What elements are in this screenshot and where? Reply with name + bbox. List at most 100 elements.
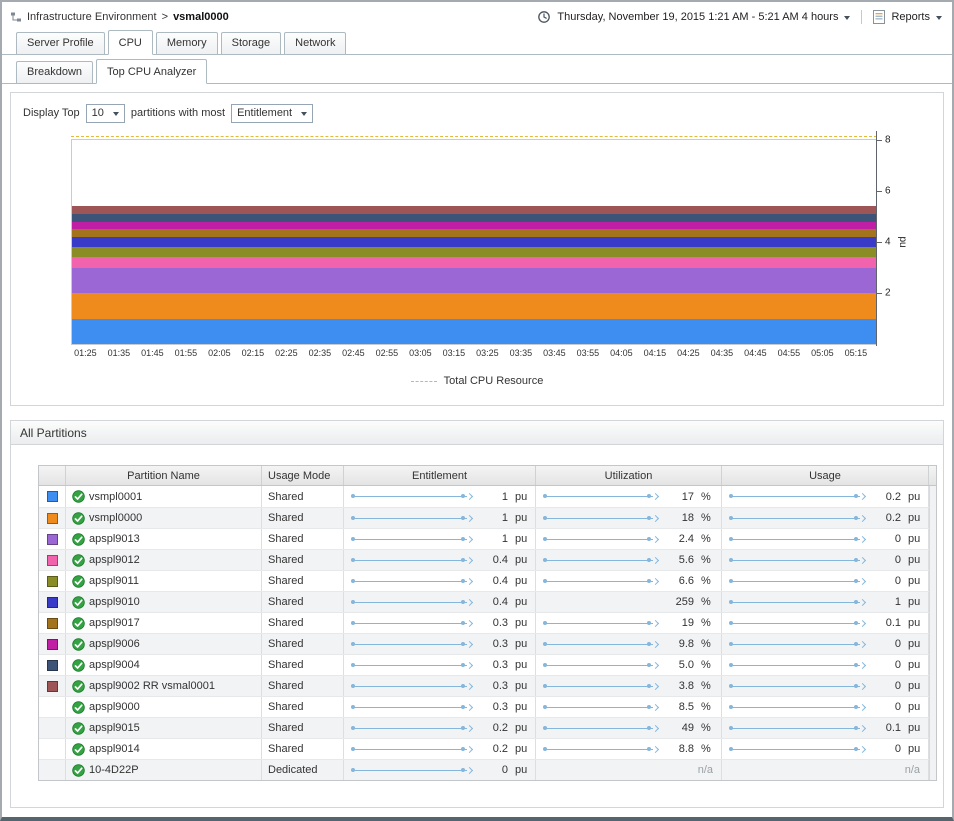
tab-storage[interactable]: Storage	[221, 32, 282, 55]
tab-cpu[interactable]: CPU	[108, 30, 153, 55]
entitlement-value: 0.4	[480, 596, 508, 608]
series-color-cell	[39, 592, 66, 612]
x-axis-label: 01:25	[74, 348, 97, 358]
utilization-cell: 49%	[536, 718, 722, 738]
entitlement-value: 0.3	[480, 659, 508, 671]
status-ok-icon	[72, 701, 85, 714]
header-entitlement[interactable]: Entitlement	[344, 466, 536, 485]
y-axis-tick-label: 6	[885, 186, 891, 197]
reports-chevron-down-icon[interactable]	[936, 16, 942, 20]
header-usage-mode[interactable]: Usage Mode	[262, 466, 344, 485]
series-color-swatch	[47, 576, 58, 587]
header-utilization[interactable]: Utilization	[536, 466, 722, 485]
trend-sparkline	[350, 534, 474, 545]
series-color-cell	[39, 718, 66, 738]
usage-cell: 0.2pu	[722, 508, 929, 528]
table-row[interactable]: apspl9002 RR vsmal0001Shared0.3pu3.8%0pu	[39, 675, 936, 696]
trend-sparkline	[728, 639, 867, 650]
usage-cell: 0pu	[722, 571, 929, 591]
chart-band-apspl9017	[72, 229, 876, 237]
series-color-swatch	[47, 681, 58, 692]
trend-sparkline	[542, 491, 660, 502]
status-ok-icon	[72, 638, 85, 651]
usage-value: 0	[873, 743, 901, 755]
trend-sparkline	[542, 555, 660, 566]
usage-cell: n/a	[722, 760, 929, 780]
utilization-value: 8.8	[666, 743, 694, 755]
usage-unit: pu	[908, 596, 924, 608]
table-row[interactable]: vsmpl0000Shared1pu18%0.2pu	[39, 507, 936, 528]
chart-band-apspl9013	[72, 268, 876, 294]
chart-band-apspl9004	[72, 214, 876, 222]
table-row[interactable]: apspl9017Shared0.3pu19%0.1pu	[39, 612, 936, 633]
table-row[interactable]: apspl9006Shared0.3pu9.8%0pu	[39, 633, 936, 654]
top-cpu-analyzer-panel: Display Top 10 partitions with most Enti…	[10, 92, 944, 406]
reports-icon[interactable]	[873, 10, 885, 24]
entitlement-unit: pu	[515, 575, 531, 587]
timerange-label[interactable]: Thursday, November 19, 2015 1:21 AM - 5:…	[557, 11, 838, 23]
tab-server-profile[interactable]: Server Profile	[16, 32, 105, 55]
top-count-value: 10	[92, 107, 104, 119]
timerange-chevron-down-icon[interactable]	[844, 16, 850, 20]
chart-band-vsmpl0000	[72, 293, 876, 319]
header-partition-name[interactable]: Partition Name	[66, 466, 262, 485]
sub-tabs: Breakdown Top CPU Analyzer	[2, 58, 952, 84]
entitlement-cell: 0.2pu	[344, 718, 536, 738]
table-row[interactable]: apspl9015Shared0.2pu49%0.1pu	[39, 717, 936, 738]
table-row[interactable]: 10-4D22PDedicated0pun/an/a	[39, 759, 936, 780]
usage-mode-cell: Shared	[262, 486, 344, 507]
legend-dashed-line-sample	[411, 381, 437, 382]
table-row[interactable]: apspl9011Shared0.4pu6.6%0pu	[39, 570, 936, 591]
table-row[interactable]: apspl9004Shared0.3pu5.0%0pu	[39, 654, 936, 675]
partition-name: apspl9000	[89, 701, 140, 713]
usage-unit: pu	[908, 680, 924, 692]
series-color-cell	[39, 613, 66, 633]
tab-top-cpu-analyzer[interactable]: Top CPU Analyzer	[96, 59, 207, 84]
partition-name-cell: 10-4D22P	[66, 760, 262, 780]
utilization-cell: 3.8%	[536, 676, 722, 696]
partitions-with-most-label: partitions with most	[131, 107, 225, 119]
breadcrumb-root[interactable]: Infrastructure Environment	[27, 11, 157, 23]
trend-sparkline	[542, 576, 660, 587]
usage-cell: 0pu	[722, 676, 929, 696]
table-scrollbar[interactable]	[929, 486, 936, 780]
y-axis-unit-label: pu	[897, 236, 908, 247]
trend-sparkline	[542, 513, 660, 524]
metric-value: Entitlement	[237, 107, 292, 119]
y-axis-line	[876, 131, 877, 346]
metric-select[interactable]: Entitlement	[231, 104, 313, 123]
trend-sparkline	[542, 702, 660, 713]
header-divider	[861, 10, 862, 24]
table-row[interactable]: apspl9010Shared0.4pu259%1pu	[39, 591, 936, 612]
table-row[interactable]: apspl9013Shared1pu2.4%0pu	[39, 528, 936, 549]
tab-breakdown[interactable]: Breakdown	[16, 61, 93, 84]
table-row[interactable]: vsmpl0001Shared1pu17%0.2pu	[39, 486, 936, 507]
timerange-clock-icon[interactable]	[537, 10, 551, 24]
tab-network[interactable]: Network	[284, 32, 346, 55]
utilization-unit: %	[701, 533, 717, 545]
partitions-table: Partition Name Usage Mode Entitlement Ut…	[38, 465, 937, 781]
usage-value: 0	[873, 659, 901, 671]
app-window: Infrastructure Environment > vsmal0000 T…	[0, 0, 954, 821]
table-row[interactable]: apspl9000Shared0.3pu8.5%0pu	[39, 696, 936, 717]
usage-unit: pu	[908, 638, 924, 650]
usage-mode: Shared	[268, 554, 303, 566]
entitlement-unit: pu	[515, 743, 531, 755]
utilization-value: 2.4	[666, 533, 694, 545]
entitlement-value: 0.4	[480, 554, 508, 566]
status-ok-icon	[72, 575, 85, 588]
x-axis-label: 01:35	[108, 348, 131, 358]
table-row[interactable]: apspl9014Shared0.2pu8.8%0pu	[39, 738, 936, 759]
table-row[interactable]: apspl9012Shared0.4pu5.6%0pu	[39, 549, 936, 570]
reports-label[interactable]: Reports	[891, 11, 930, 23]
x-axis-label: 02:05	[208, 348, 231, 358]
utilization-cell: 5.6%	[536, 550, 722, 570]
tab-memory[interactable]: Memory	[156, 32, 218, 55]
chart-band-vsmpl0001	[72, 319, 876, 345]
usage-mode-cell: Shared	[262, 634, 344, 654]
top-count-select[interactable]: 10	[86, 104, 125, 123]
utilization-unit: %	[701, 743, 717, 755]
usage-unit: pu	[908, 512, 924, 524]
header-usage[interactable]: Usage	[722, 466, 929, 485]
utilization-cell: 8.5%	[536, 697, 722, 717]
